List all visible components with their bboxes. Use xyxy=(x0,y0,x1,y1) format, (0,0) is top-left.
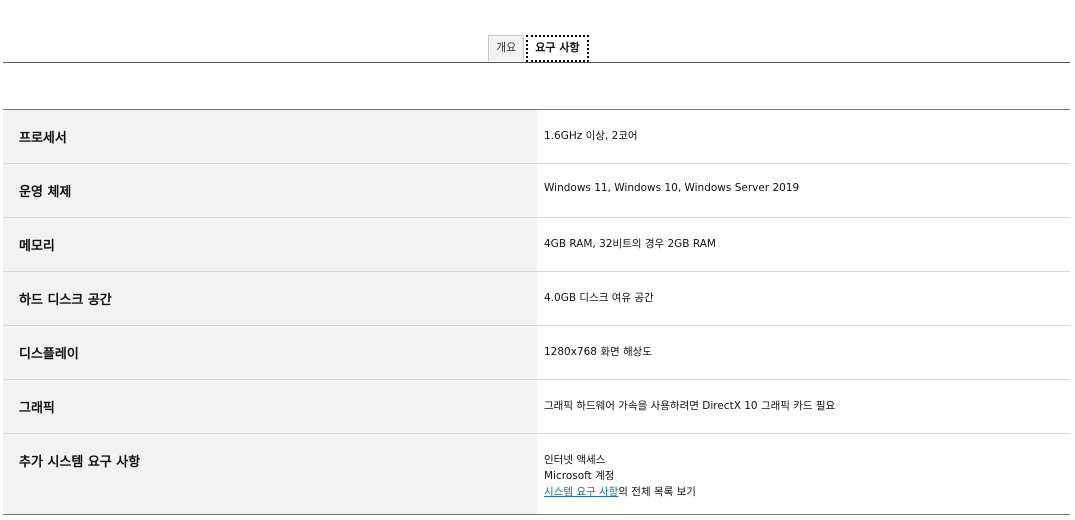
row-label-os: 운영 체제 xyxy=(3,164,537,217)
requirements-page: 개요 요구 사항 프로세서 1.6GHz 이상, 2코어 운영 체제 Windo… xyxy=(0,0,1075,520)
row-label-display: 디스플레이 xyxy=(3,326,537,379)
table-row: 메모리 4GB RAM, 32비트의 경우 2GB RAM xyxy=(3,218,1070,272)
row-label-graphics: 그래픽 xyxy=(3,380,537,433)
table-row: 추가 시스템 요구 사항 인터넷 액세스 Microsoft 계정 시스템 요구… xyxy=(3,434,1070,515)
row-value-processor: 1.6GHz 이상, 2코어 xyxy=(544,130,638,142)
table-row: 그래픽 그래픽 하드웨어 가속을 사용하려면 DirectX 10 그래픽 카드… xyxy=(3,380,1070,434)
requirements-table: 프로세서 1.6GHz 이상, 2코어 운영 체제 Windows 11, Wi… xyxy=(3,109,1070,515)
full-list-suffix: 의 전체 목록 보기 xyxy=(618,486,696,498)
tab-list: 개요 요구 사항 xyxy=(488,35,589,62)
row-value-graphics: 그래픽 하드웨어 가속을 사용하려면 DirectX 10 그래픽 카드 필요 xyxy=(544,400,836,412)
additional-internet: 인터넷 액세스 xyxy=(544,454,606,466)
table-row: 디스플레이 1280x768 화면 해상도 xyxy=(3,326,1070,380)
row-value-os: Windows 11, Windows 10, Windows Server 2… xyxy=(544,182,800,194)
table-row: 프로세서 1.6GHz 이상, 2코어 xyxy=(3,110,1070,164)
row-label-memory: 메모리 xyxy=(3,218,537,271)
row-label-additional: 추가 시스템 요구 사항 xyxy=(3,434,537,514)
tab-requirements[interactable]: 요구 사항 xyxy=(526,35,589,62)
system-requirements-link[interactable]: 시스템 요구 사항 xyxy=(544,486,618,498)
row-value-additional: 인터넷 액세스 Microsoft 계정 시스템 요구 사항의 전체 목록 보기 xyxy=(537,434,1070,514)
tab-overview[interactable]: 개요 xyxy=(488,35,525,61)
row-value-disk: 4.0GB 디스크 여유 공간 xyxy=(544,292,654,304)
full-list-line: 시스템 요구 사항의 전체 목록 보기 xyxy=(544,484,1070,500)
row-value-display: 1280x768 화면 해상도 xyxy=(544,346,652,358)
tab-bar: 개요 요구 사항 xyxy=(3,34,1070,63)
table-row: 하드 디스크 공간 4.0GB 디스크 여유 공간 xyxy=(3,272,1070,326)
row-label-processor: 프로세서 xyxy=(3,110,537,163)
row-value-memory: 4GB RAM, 32비트의 경우 2GB RAM xyxy=(544,238,716,250)
table-row: 운영 체제 Windows 11, Windows 10, Windows Se… xyxy=(3,164,1070,218)
row-label-disk: 하드 디스크 공간 xyxy=(3,272,537,325)
additional-account: Microsoft 계정 xyxy=(544,470,615,482)
